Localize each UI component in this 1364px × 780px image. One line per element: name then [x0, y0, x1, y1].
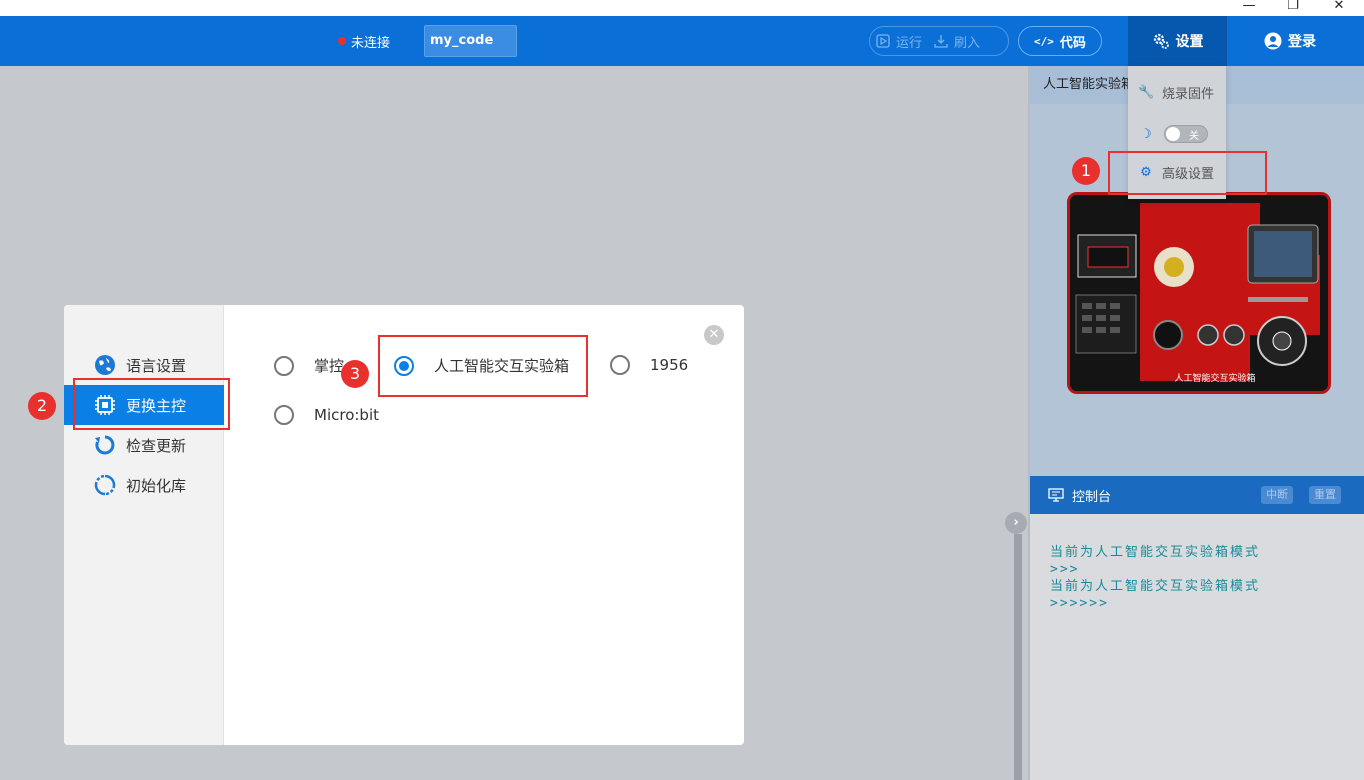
user-icon: [1264, 32, 1282, 50]
radio-button[interactable]: [610, 355, 630, 375]
minimize-button[interactable]: —: [1226, 0, 1272, 15]
sidebar-item-label: 检查更新: [126, 436, 187, 455]
annotation-badge-1: 1: [1072, 157, 1100, 185]
sidebar-item-label: 初始化库: [126, 476, 187, 495]
annotation-badge-3: 3: [341, 360, 369, 388]
controller-option-1956[interactable]: 1956: [610, 355, 688, 375]
dark-mode-toggle[interactable]: 关: [1164, 125, 1208, 143]
code-icon: </>: [1034, 34, 1054, 48]
board-image: 人工智能交互实验箱: [1067, 192, 1331, 394]
annotation-box-3: [378, 335, 588, 397]
modal-close-button[interactable]: ✕: [704, 325, 724, 345]
sidebar-item-label: 语言设置: [126, 356, 187, 375]
wrench-icon: 🔧: [1138, 84, 1155, 100]
window-close-button[interactable]: ✕: [1316, 0, 1362, 15]
download-icon: [934, 35, 948, 48]
connection-status-label: 未连接: [351, 35, 391, 51]
play-icon: [876, 34, 890, 48]
console-line: >>>: [1050, 562, 1080, 577]
controller-option-zhangkong[interactable]: 掌控: [274, 355, 344, 376]
connection-status[interactable]: 未连接: [338, 32, 391, 51]
console-line: 当前为人工智能交互实验箱模式: [1050, 545, 1261, 560]
console-title: 控制台: [1072, 489, 1112, 505]
option-label: Micro:bit: [314, 406, 379, 424]
refresh-icon: [94, 434, 116, 456]
sidebar-item-init-library[interactable]: 初始化库: [64, 465, 224, 505]
option-label: 1956: [650, 356, 689, 374]
run-button[interactable]: 运行: [870, 32, 928, 51]
run-flash-group: 运行 刷入: [869, 26, 1009, 56]
login-label: 登录: [1288, 34, 1316, 50]
reset-button[interactable]: 重置: [1309, 486, 1341, 504]
restore-button[interactable]: ❐: [1270, 0, 1316, 15]
globe-icon: [94, 354, 116, 376]
moon-icon: ☽: [1140, 126, 1152, 142]
flash-firmware-label: 烧录固件: [1162, 86, 1215, 102]
dark-mode-item: ☽ 关: [1128, 114, 1226, 154]
option-label: 掌控: [314, 357, 345, 375]
code-label: 代码: [1059, 35, 1086, 51]
annotation-box-2: [73, 378, 230, 430]
run-label: 运行: [896, 35, 923, 51]
reset-icon: [94, 474, 116, 496]
console-output[interactable]: 当前为人工智能交互实验箱模式 >>> 当前为人工智能交互实验箱模式 >>>>>>: [1030, 514, 1364, 780]
console-header: 控制台 中断 重置: [1030, 476, 1364, 514]
controller-option-microbit[interactable]: Micro:bit: [274, 405, 379, 425]
collapse-panel-button[interactable]: ›: [1005, 512, 1027, 534]
sidebar-item-check-update[interactable]: 检查更新: [64, 425, 224, 465]
toggle-knob: [1166, 127, 1180, 141]
console-line: >>>>>>: [1050, 596, 1109, 611]
settings-button[interactable]: 设置: [1128, 16, 1227, 66]
panel-scrollbar[interactable]: [1014, 534, 1022, 780]
flash-firmware-item[interactable]: 🔧 烧录固件: [1128, 72, 1226, 112]
flash-button[interactable]: 刷入: [928, 32, 986, 51]
monitor-icon: [1048, 488, 1064, 502]
console-line: 当前为人工智能交互实验箱模式: [1050, 579, 1261, 594]
window-titlebar: — ❐ ✕: [0, 0, 1364, 16]
code-button[interactable]: </> 代码: [1018, 26, 1102, 56]
toggle-off-label: 关: [1189, 131, 1199, 142]
modal-sidebar: 语言设置 更换主控 检查更新 初始化库: [64, 305, 224, 745]
annotation-box-1: [1108, 151, 1267, 195]
status-dot-icon: [338, 37, 346, 45]
flash-label: 刷入: [954, 35, 981, 51]
project-name-input[interactable]: my_code: [424, 25, 517, 57]
top-toolbar: 未连接 my_code 运行 刷入 </> 代码 设置 登录: [0, 16, 1364, 66]
login-button[interactable]: 登录: [1250, 16, 1330, 66]
radio-button[interactable]: [274, 405, 294, 425]
interrupt-button[interactable]: 中断: [1261, 486, 1293, 504]
settings-label: 设置: [1175, 34, 1204, 50]
annotation-badge-2: 2: [28, 392, 56, 420]
radio-button[interactable]: [274, 355, 294, 376]
gears-icon: [1153, 33, 1169, 49]
board-caption: 人工智能交互实验箱: [1174, 372, 1255, 384]
